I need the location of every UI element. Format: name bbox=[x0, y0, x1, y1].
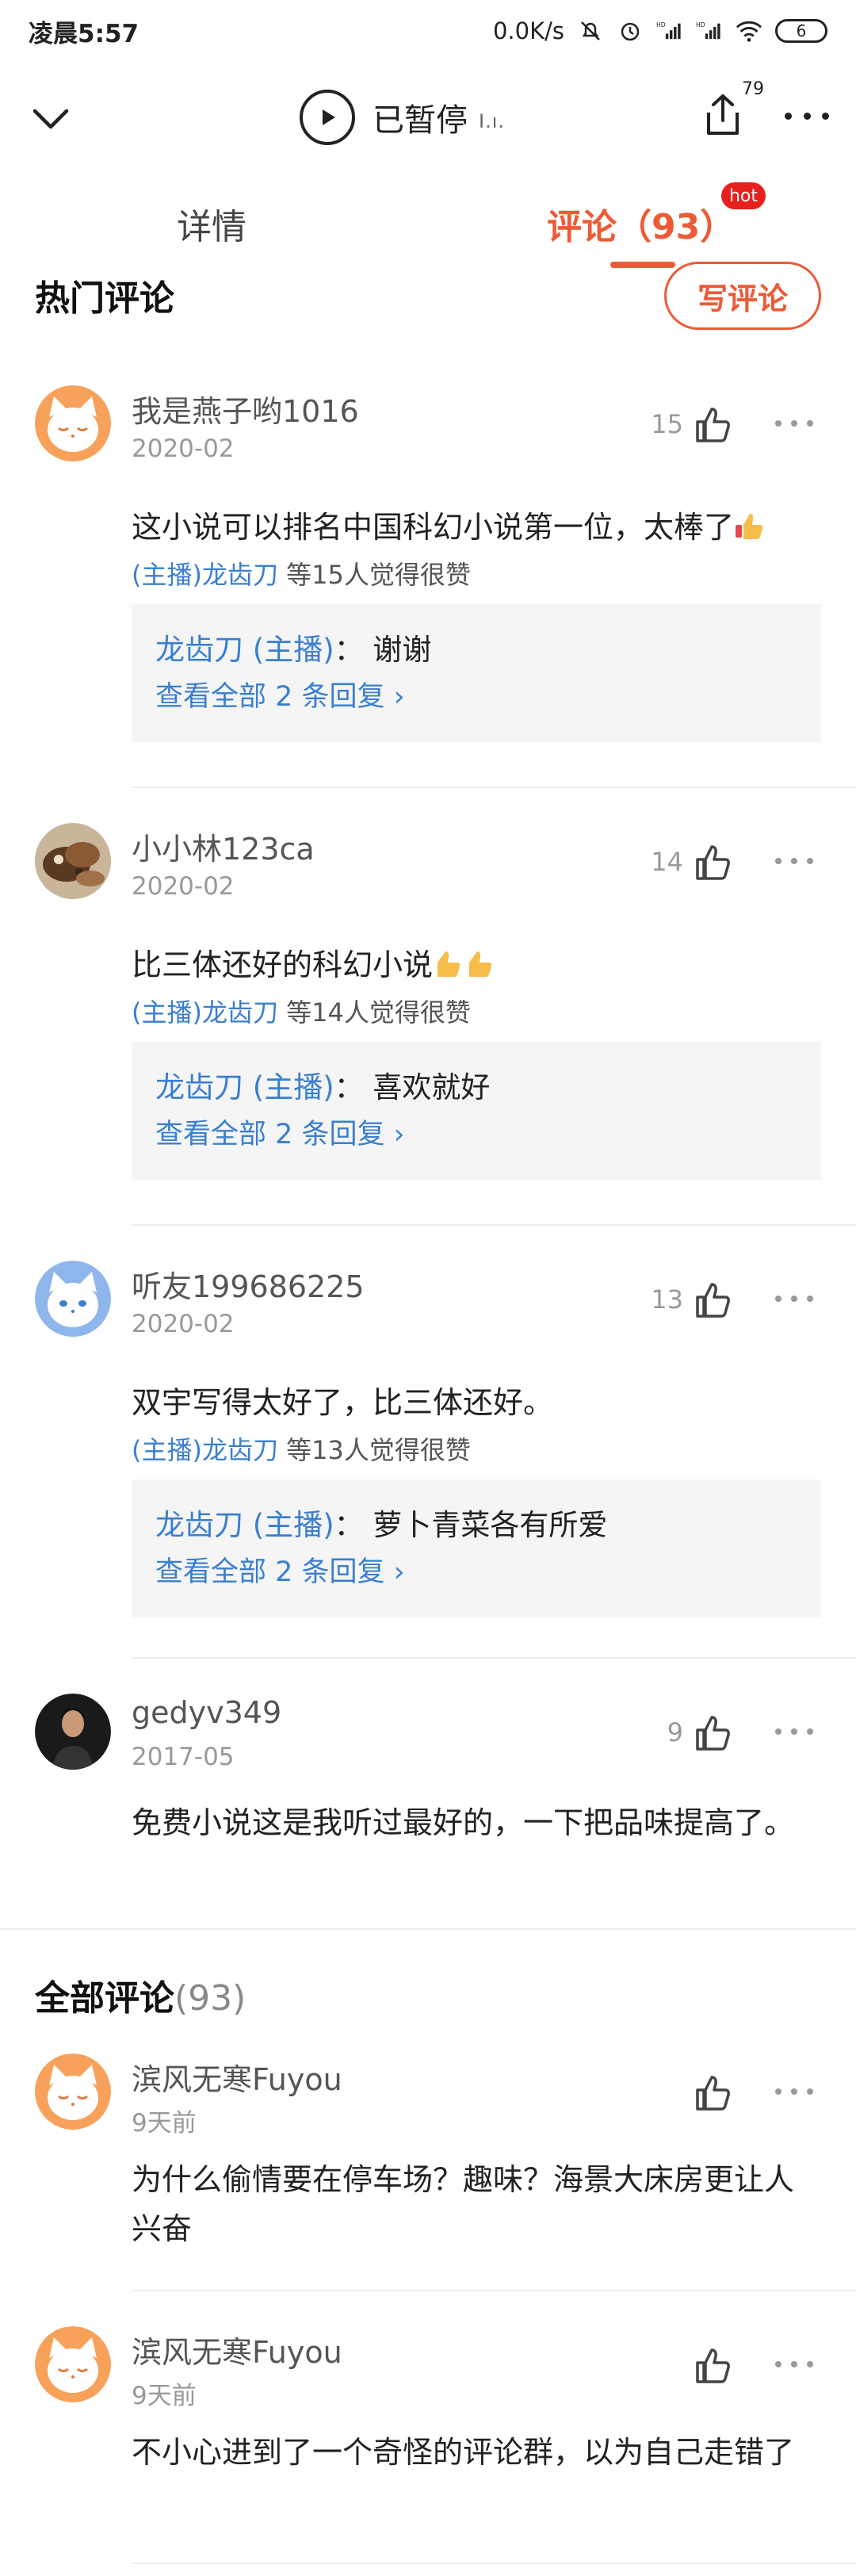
signal-hd-icon-2: HD bbox=[696, 17, 723, 44]
status-icons: 0.0K/s HD HD 6 bbox=[493, 17, 827, 44]
comment-date: 9天前 bbox=[132, 2382, 197, 2410]
alarm-icon bbox=[617, 17, 644, 44]
username[interactable]: gedyv349 bbox=[132, 1695, 281, 1730]
write-comment-button[interactable]: 写评论 bbox=[664, 262, 821, 330]
comment-text: 双宇写得太好了，比三体还好。 bbox=[132, 1385, 554, 1420]
battery-level: 6 bbox=[796, 21, 807, 40]
network-speed: 0.0K/s bbox=[492, 17, 564, 44]
mute-bell-icon bbox=[577, 17, 604, 44]
comment-date: 2017-05 bbox=[132, 1743, 235, 1771]
username[interactable]: 听友199686225 bbox=[132, 1262, 365, 1306]
strong-emoji-icon bbox=[736, 514, 763, 539]
thumbs-up-emoji-icon bbox=[438, 951, 460, 977]
comment-date: 2020-02 bbox=[132, 434, 235, 463]
avatar[interactable] bbox=[35, 2326, 111, 2402]
battery-icon: 6 bbox=[775, 19, 827, 43]
thumbs-up-icon[interactable] bbox=[691, 840, 734, 883]
comment-text: 为什么偷情要在停车场？趣味？海景大床房更让人兴奋 bbox=[132, 2162, 795, 2246]
comment-more-icon[interactable] bbox=[775, 420, 813, 430]
divider bbox=[132, 787, 856, 788]
reply-author[interactable]: 龙齿刀 (主播) bbox=[155, 1070, 334, 1104]
comment-date: 9天前 bbox=[132, 2109, 197, 2138]
like-count: 9 bbox=[667, 1717, 683, 1747]
like-count: 14 bbox=[651, 847, 683, 877]
comment-date: 2020-02 bbox=[132, 872, 235, 901]
avatar[interactable] bbox=[35, 2054, 111, 2130]
player-control[interactable]: 已暂停 I.ı. bbox=[300, 87, 505, 147]
reply-box[interactable]: 龙齿刀 (主播)： 萝卜青菜各有所爱 查看全部 2 条回复 › bbox=[132, 1479, 821, 1617]
comment-text: 不小心进到了一个奇怪的评论群，以为自己走错了 bbox=[132, 2435, 795, 2470]
comment-more-icon[interactable] bbox=[775, 1296, 813, 1305]
thumbs-up-icon[interactable] bbox=[691, 1711, 734, 1754]
divider bbox=[132, 2563, 856, 2564]
avatar[interactable] bbox=[35, 823, 111, 899]
comment-text: 这小说可以排名中国科幻小说第一位，太棒了 bbox=[132, 503, 805, 552]
all-comments-count: (93) bbox=[174, 1978, 246, 2019]
reply-line: 龙齿刀 (主播)： 喜欢就好 bbox=[155, 1070, 491, 1104]
player-status: 已暂停 bbox=[373, 102, 468, 139]
status-bar: 凌晨5:57 0.0K/s HD HD 6 bbox=[0, 0, 856, 62]
svg-text:HD: HD bbox=[696, 21, 705, 29]
section-divider bbox=[0, 1928, 856, 1930]
all-comments-title: 全部评论(93) bbox=[35, 1978, 246, 2019]
active-tab-indicator bbox=[610, 262, 675, 268]
tab-bar: 详情 评论（93） hot bbox=[0, 182, 856, 270]
divider bbox=[132, 2290, 856, 2291]
like-count: 15 bbox=[651, 409, 683, 439]
reply-line: 龙齿刀 (主播)： 萝卜青菜各有所爱 bbox=[155, 1508, 608, 1542]
more-options-icon[interactable] bbox=[785, 98, 829, 133]
signal-hd-icon: HD bbox=[656, 17, 683, 44]
username[interactable]: 滨风无寒Fuyou bbox=[132, 2055, 342, 2099]
reply-box[interactable]: 龙齿刀 (主播)： 谢谢 查看全部 2 条回复 › bbox=[132, 604, 821, 742]
liked-by: (主播)龙齿刀 等14人觉得很赞 bbox=[132, 997, 471, 1028]
view-all-replies-link[interactable]: 查看全部 2 条回复 › bbox=[155, 1112, 797, 1158]
comment-more-icon[interactable] bbox=[775, 1728, 813, 1738]
wifi-icon bbox=[736, 17, 762, 44]
comment-more-icon[interactable] bbox=[775, 2361, 813, 2371]
reply-author[interactable]: 龙齿刀 (主播) bbox=[155, 633, 334, 667]
share-count: 79 bbox=[742, 79, 764, 99]
comment-text: 比三体还好的科幻小说 bbox=[132, 940, 805, 989]
play-icon[interactable] bbox=[300, 90, 355, 145]
divider bbox=[132, 1657, 856, 1659]
thumbs-up-icon[interactable] bbox=[691, 2071, 734, 2114]
status-time: 凌晨5:57 bbox=[29, 19, 139, 48]
thumbs-up-icon[interactable] bbox=[691, 2344, 734, 2387]
hot-badge: hot bbox=[721, 182, 766, 209]
liked-by: (主播)龙齿刀 等13人觉得很赞 bbox=[132, 1435, 471, 1465]
collapse-chevron-icon[interactable] bbox=[29, 97, 73, 141]
liked-by: (主播)龙齿刀 等15人觉得很赞 bbox=[132, 560, 471, 590]
view-all-replies-link[interactable]: 查看全部 2 条回复 › bbox=[155, 674, 797, 720]
hot-comments-title: 热门评论 bbox=[35, 278, 174, 319]
comment-date: 2020-02 bbox=[132, 1310, 235, 1338]
reply-author[interactable]: 龙齿刀 (主播) bbox=[155, 1508, 334, 1542]
username[interactable]: 滨风无寒Fuyou bbox=[132, 2328, 342, 2371]
divider bbox=[132, 1224, 856, 1226]
svg-text:HD: HD bbox=[656, 21, 666, 29]
avatar[interactable] bbox=[35, 1261, 111, 1337]
thumbs-up-emoji-icon bbox=[469, 951, 492, 977]
username[interactable]: 小小林123ca bbox=[132, 825, 315, 868]
comment-more-icon[interactable] bbox=[775, 858, 813, 867]
anchor-link[interactable]: (主播)龙齿刀 bbox=[132, 997, 278, 1028]
anchor-link[interactable]: (主播)龙齿刀 bbox=[132, 1435, 278, 1465]
tab-detail[interactable]: 详情 bbox=[177, 198, 246, 249]
thumbs-up-icon[interactable] bbox=[691, 1278, 734, 1321]
thumbs-up-icon[interactable] bbox=[691, 403, 734, 446]
reply-line: 龙齿刀 (主播)： 谢谢 bbox=[155, 633, 432, 667]
username[interactable]: 我是燕子哟1016 bbox=[132, 387, 359, 431]
reply-box[interactable]: 龙齿刀 (主播)： 喜欢就好 查看全部 2 条回复 › bbox=[132, 1042, 821, 1180]
comment-more-icon[interactable] bbox=[775, 2088, 813, 2098]
tab-comments[interactable]: 评论（93） bbox=[547, 198, 735, 249]
top-bar: 已暂停 I.ı. 79 bbox=[0, 70, 856, 165]
view-all-replies-link[interactable]: 查看全部 2 条回复 › bbox=[155, 1549, 797, 1595]
like-count: 13 bbox=[651, 1284, 683, 1315]
audio-bars: I.ı. bbox=[479, 110, 506, 132]
avatar[interactable] bbox=[35, 385, 111, 461]
avatar[interactable] bbox=[35, 1694, 111, 1770]
anchor-link[interactable]: (主播)龙齿刀 bbox=[132, 560, 278, 590]
comment-text: 免费小说这是我听过最好的，一下把品味提高了。 bbox=[132, 1805, 795, 1840]
share-icon[interactable] bbox=[697, 90, 748, 141]
